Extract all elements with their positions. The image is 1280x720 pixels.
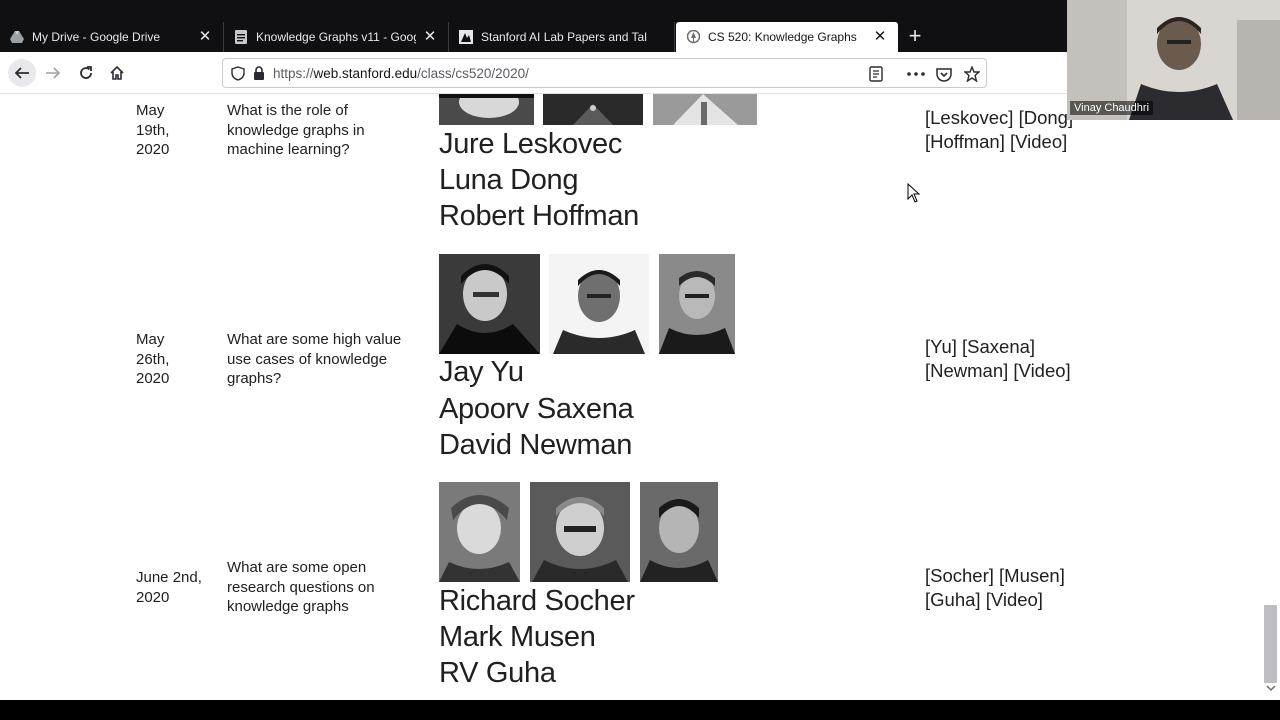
home-icon [110,65,124,80]
url-path: /class/cs520/2020/ [417,65,529,81]
link-yu[interactable]: [Yu] [925,336,957,357]
forward-arrow-icon [46,67,61,79]
url-text[interactable]: https://web.stanford.edu/class/cs520/202… [273,66,529,81]
reload-icon [80,66,92,79]
link-socher[interactable]: [Socher] [925,565,994,586]
link-newman[interactable]: [Newman] [925,360,1008,381]
resource-links: [Socher] [Musen] [Guha] [Video] [925,564,1100,612]
shield-icon[interactable] [229,64,247,82]
screen-bottom-bar [0,700,1280,720]
bookmark-star-icon[interactable] [962,64,982,84]
reload-button[interactable] [73,60,99,86]
google-docs-icon [234,30,248,44]
google-drive-icon [10,30,24,44]
stanford-ai-lab-icon [459,30,473,44]
link-video[interactable]: [Video] [1010,131,1067,152]
lock-icon[interactable] [253,66,265,80]
resource-links: [Yu] [Saxena] [Newman] [Video] [925,335,1100,383]
link-video[interactable]: [Video] [1013,360,1070,381]
speaker-name: Luna Dong [439,164,579,196]
speaker-name: David Newman [439,429,633,461]
speaker-photo-richard-socher [439,482,520,582]
pocket-icon[interactable] [934,64,954,84]
tab-title: Stanford AI Lab Papers and Tal [481,30,647,44]
speaker-photo [653,94,757,125]
speaker-name: Apoorv Saxena [439,393,634,425]
new-tab-button[interactable]: + [902,24,928,50]
speaker-name: RV Guha [439,657,556,689]
link-saxena[interactable]: [Saxena] [962,336,1035,357]
close-tab-icon[interactable]: ✕ [197,29,213,45]
speaker-name: Robert Hoffman [439,200,639,232]
url-host: web.stanford.edu [313,65,418,81]
scroll-down-arrow-icon[interactable] [1265,684,1277,696]
tab-stanford-ai-lab[interactable]: Stanford AI Lab Papers and Tal [449,22,675,52]
speaker-name: Richard Socher [439,585,635,617]
forward-button[interactable] [40,60,66,86]
back-arrow-icon [14,67,29,79]
speaker-photo [439,94,534,125]
address-bar[interactable]: https://web.stanford.edu/class/cs520/202… [222,58,987,88]
session-date: May 19th, 2020 [136,102,170,158]
url-prefix: https:// [273,65,314,81]
page-content: May 19th, 2020 What is the role of knowl… [0,94,1280,700]
speaker-name: Jure Leskovec [439,128,623,160]
session-question: What is the role of knowledge graphs in … [227,102,365,158]
link-video[interactable]: [Video] [986,589,1043,610]
session-date: May 26th, 2020 [136,331,170,387]
tab-title: CS 520: Knowledge Graphs [708,30,857,44]
speaker-photo-jay-yu [439,254,540,354]
home-button[interactable] [104,60,130,86]
webcam-video-tile: Vinay Chaudhri [1067,0,1280,120]
mouse-cursor-icon [907,182,921,203]
tab-cs520-knowledge-graphs[interactable]: CS 520: Knowledge Graphs ✕ [676,22,898,52]
session-question: What are some open research questions on… [227,559,375,615]
close-tab-icon[interactable]: ✕ [422,29,438,45]
speaker-photo-mark-musen [530,482,630,582]
link-hoffman[interactable]: [Hoffman] [925,131,1005,152]
speaker-name: Jay Yu [439,356,524,388]
reader-view-icon[interactable] [866,64,886,84]
back-button[interactable] [8,59,36,87]
speaker-name: Mark Musen [439,621,596,653]
session-question: What are some high value use cases of kn… [227,331,402,387]
speaker-photo [543,94,643,125]
tab-title: Knowledge Graphs v11 - Goog [256,30,416,44]
stanford-tree-icon [686,30,700,44]
tab-title: My Drive - Google Drive [32,30,161,44]
link-musen[interactable]: [Musen] [999,565,1065,586]
scrollbar-thumb[interactable] [1264,605,1277,683]
speaker-photo-rv-guha [640,482,718,582]
tab-my-drive[interactable]: My Drive - Google Drive ✕ [0,22,224,52]
page-actions-menu-icon[interactable] [906,64,926,84]
speaker-photo-apoorv-saxena [549,254,649,354]
participant-name-label: Vinay Chaudhri [1070,101,1154,115]
session-date: June 2nd, 2020 [136,569,202,606]
link-dong[interactable]: [Dong] [1019,107,1074,128]
link-leskovec[interactable]: [Leskovec] [925,107,1013,128]
tab-knowledge-graphs-doc[interactable]: Knowledge Graphs v11 - Goog ✕ [224,22,449,52]
link-guha[interactable]: [Guha] [925,589,981,610]
close-tab-icon[interactable]: ✕ [872,29,888,45]
speaker-photo-david-newman [659,254,735,354]
